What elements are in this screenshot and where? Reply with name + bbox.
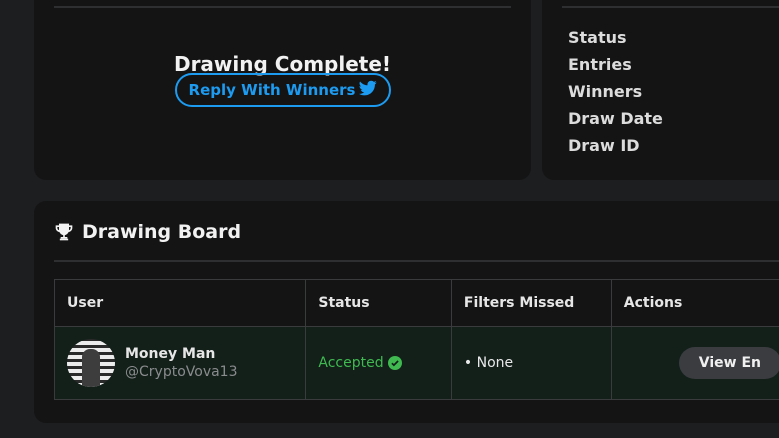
- filters-missed-cell: • None: [450, 326, 612, 400]
- divider: [54, 260, 779, 262]
- user-cell: Money Man @CryptoVova13: [53, 326, 307, 400]
- user-handle[interactable]: @CryptoVova13: [125, 364, 238, 380]
- board-title: Drawing Board: [82, 221, 242, 243]
- actions-cell: View En: [610, 326, 779, 400]
- trophy-icon: [54, 222, 74, 242]
- drawing-board-table: User Status Filters Missed Actions Money…: [53, 279, 779, 400]
- reply-button-label: Reply With Winners: [188, 81, 356, 99]
- stat-label-winners: Winners: [568, 82, 643, 101]
- column-filters-missed[interactable]: Filters Missed: [450, 279, 612, 327]
- drawing-status-card: Drawing Complete! Reply With Winners: [34, 0, 531, 180]
- stat-label-status: Status: [568, 28, 627, 47]
- twitter-bird-icon: [359, 79, 378, 101]
- column-status[interactable]: Status: [305, 279, 452, 327]
- drawing-stats-card: Status Entries Winners Draw Date Draw ID: [542, 0, 779, 180]
- column-user[interactable]: User: [53, 279, 307, 327]
- status-cell: Accepted: [305, 326, 452, 400]
- check-circle-icon: [387, 356, 402, 370]
- column-actions: Actions: [610, 279, 779, 327]
- avatar[interactable]: [67, 339, 115, 387]
- status-text: Accepted: [318, 355, 384, 371]
- stat-label-draw-id: Draw ID: [568, 136, 640, 155]
- table-header-row: User Status Filters Missed Actions: [53, 279, 779, 327]
- drawing-board-card: Drawing Board User Status Filters Missed…: [34, 201, 779, 423]
- stat-label-draw-date: Draw Date: [568, 109, 663, 128]
- divider: [54, 6, 511, 8]
- user-name: Money Man: [125, 346, 216, 362]
- board-header: Drawing Board: [54, 221, 241, 243]
- stat-label-entries: Entries: [568, 55, 632, 74]
- table-row: Money Man @CryptoVova13 Accepted • None: [53, 326, 779, 400]
- status-badge: Accepted: [318, 355, 439, 371]
- reply-with-winners-button[interactable]: Reply With Winners: [175, 73, 391, 107]
- view-entry-button[interactable]: View En: [678, 347, 779, 379]
- divider: [562, 6, 779, 8]
